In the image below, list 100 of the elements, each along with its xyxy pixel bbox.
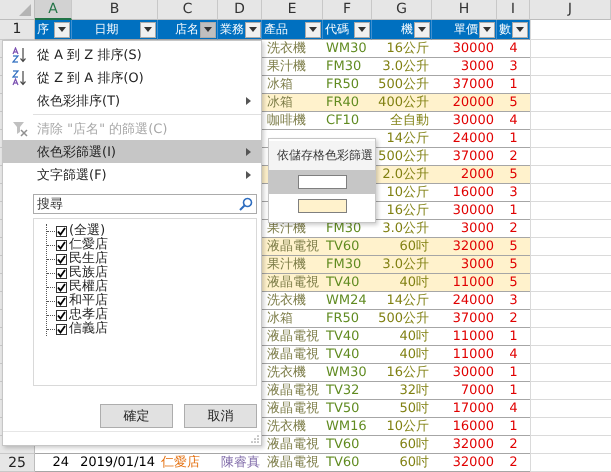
menu-item[interactable]: 文字篩選(F) bbox=[3, 163, 261, 186]
column-header[interactable]: A bbox=[35, 0, 72, 20]
table-cell: 1 bbox=[497, 202, 530, 220]
table-cell: 32000 bbox=[432, 454, 497, 472]
header-label: 業務 bbox=[220, 21, 244, 38]
table-cell: 11000 bbox=[432, 328, 497, 346]
filter-button[interactable] bbox=[479, 22, 495, 38]
column-header[interactable]: D bbox=[218, 0, 262, 20]
filter-button[interactable] bbox=[354, 22, 370, 38]
row-header[interactable]: 1 bbox=[0, 20, 35, 40]
checkbox-label[interactable]: (全選) bbox=[69, 224, 106, 238]
table-cell: 16公斤 bbox=[372, 40, 432, 58]
submenu-arrow-icon bbox=[246, 96, 251, 104]
table-cell: 2000 bbox=[432, 166, 497, 184]
checkbox[interactable] bbox=[56, 226, 67, 236]
column-header[interactable]: H bbox=[432, 0, 497, 20]
table-cell: 3000 bbox=[432, 256, 497, 274]
checkbox-label[interactable]: 仁愛店 bbox=[69, 238, 108, 252]
table-cell: 3 bbox=[497, 58, 530, 76]
table-cell: 3.0公升 bbox=[372, 256, 432, 274]
table-cell: TV40 bbox=[323, 274, 372, 292]
table-cell: FM30 bbox=[323, 256, 372, 274]
search-field[interactable]: 搜尋 bbox=[33, 194, 257, 214]
color-option[interactable] bbox=[269, 170, 375, 194]
column-header[interactable]: F bbox=[323, 0, 372, 20]
table-cell: 仁愛店 bbox=[158, 454, 218, 472]
table-cell: 24 bbox=[35, 454, 72, 472]
menu-item[interactable]: 從 Z 到 A 排序(O) bbox=[3, 66, 261, 89]
table-cell: 全自動 bbox=[372, 112, 432, 130]
table-cell: 16000 bbox=[432, 418, 497, 436]
checkbox-label[interactable]: 和平店 bbox=[69, 294, 108, 308]
checkbox-label[interactable]: 民權店 bbox=[69, 280, 108, 294]
table-cell: 40吋 bbox=[372, 328, 432, 346]
menu-item[interactable]: 依色彩排序(T) bbox=[3, 89, 261, 112]
table-cell: TV40 bbox=[323, 328, 372, 346]
table-cell: 24000 bbox=[432, 292, 497, 310]
table-cell: 5 bbox=[497, 238, 530, 256]
checkbox-label[interactable]: 民族店 bbox=[69, 266, 108, 280]
checkbox[interactable] bbox=[56, 268, 67, 278]
header-label: 產品 bbox=[264, 21, 289, 38]
filter-button[interactable] bbox=[200, 22, 216, 38]
table-cell: WM16 bbox=[323, 418, 372, 436]
table-cell: 2 bbox=[497, 454, 530, 472]
table-cell: 60吋 bbox=[372, 454, 432, 472]
table-cell: 4 bbox=[497, 346, 530, 364]
table-cell: 40吋 bbox=[372, 274, 432, 292]
table-cell: TV60 bbox=[323, 436, 372, 454]
checkbox[interactable] bbox=[56, 324, 67, 334]
table-cell: 1 bbox=[497, 328, 530, 346]
table-cell: 液晶電視 bbox=[262, 274, 323, 292]
table-cell: 30000 bbox=[432, 40, 497, 58]
filter-button[interactable] bbox=[414, 22, 430, 38]
table-cell: 冰箱 bbox=[262, 94, 323, 112]
checkbox-label[interactable]: 信義店 bbox=[69, 322, 108, 336]
search-icon bbox=[239, 197, 253, 211]
column-header[interactable]: J bbox=[530, 0, 611, 20]
menu-item[interactable]: 依色彩篩選(I) bbox=[3, 140, 261, 163]
table-cell: 14公斤 bbox=[372, 292, 432, 310]
table-cell: 11000 bbox=[432, 346, 497, 364]
table-cell: WM30 bbox=[323, 40, 372, 58]
checkbox[interactable] bbox=[56, 296, 67, 306]
table-cell: 5 bbox=[497, 274, 530, 292]
table-cell: 16000 bbox=[432, 184, 497, 202]
table-cell: 32吋 bbox=[372, 382, 432, 400]
checkbox-label[interactable]: 忠孝店 bbox=[69, 308, 108, 322]
clear-filter-icon bbox=[12, 120, 28, 136]
filter-button[interactable] bbox=[305, 22, 321, 38]
menu-item[interactable]: 從 A 到 Z 排序(S) bbox=[3, 43, 261, 66]
header-label: 日期 bbox=[94, 21, 120, 38]
caret-icon bbox=[358, 27, 366, 32]
filter-button[interactable] bbox=[245, 22, 261, 38]
filter-button[interactable] bbox=[54, 22, 70, 38]
checkbox[interactable] bbox=[56, 310, 67, 320]
filter-button[interactable] bbox=[140, 22, 156, 38]
caret-icon bbox=[204, 27, 212, 32]
table-cell: 11000 bbox=[432, 274, 497, 292]
table-cell: 5 bbox=[497, 166, 530, 184]
checkbox[interactable] bbox=[56, 240, 67, 250]
filter-button[interactable] bbox=[512, 22, 528, 38]
checkbox-label[interactable]: 民生店 bbox=[69, 252, 108, 266]
table-cell: 陳睿真 bbox=[218, 454, 262, 472]
table-cell: TV60 bbox=[323, 454, 372, 472]
column-header[interactable]: I bbox=[497, 0, 530, 20]
column-header[interactable]: G bbox=[372, 0, 432, 20]
checkbox[interactable] bbox=[56, 254, 67, 264]
caret-icon bbox=[249, 27, 257, 32]
row-header[interactable]: 25 bbox=[0, 454, 35, 472]
cancel-button[interactable]: 取消 bbox=[184, 404, 257, 428]
ok-button[interactable]: 確定 bbox=[100, 404, 173, 428]
table-cell: 1 bbox=[497, 382, 530, 400]
table-cell: 16公斤 bbox=[372, 364, 432, 382]
checkbox[interactable] bbox=[56, 282, 67, 292]
table-cell: 4 bbox=[497, 40, 530, 58]
column-header[interactable]: E bbox=[262, 0, 323, 20]
table-cell: 400公升 bbox=[372, 94, 432, 112]
table-cell: 30000 bbox=[432, 202, 497, 220]
caret-icon bbox=[58, 27, 66, 32]
column-header[interactable]: C bbox=[158, 0, 218, 20]
table-cell: 32000 bbox=[432, 436, 497, 454]
column-header[interactable]: B bbox=[72, 0, 158, 20]
